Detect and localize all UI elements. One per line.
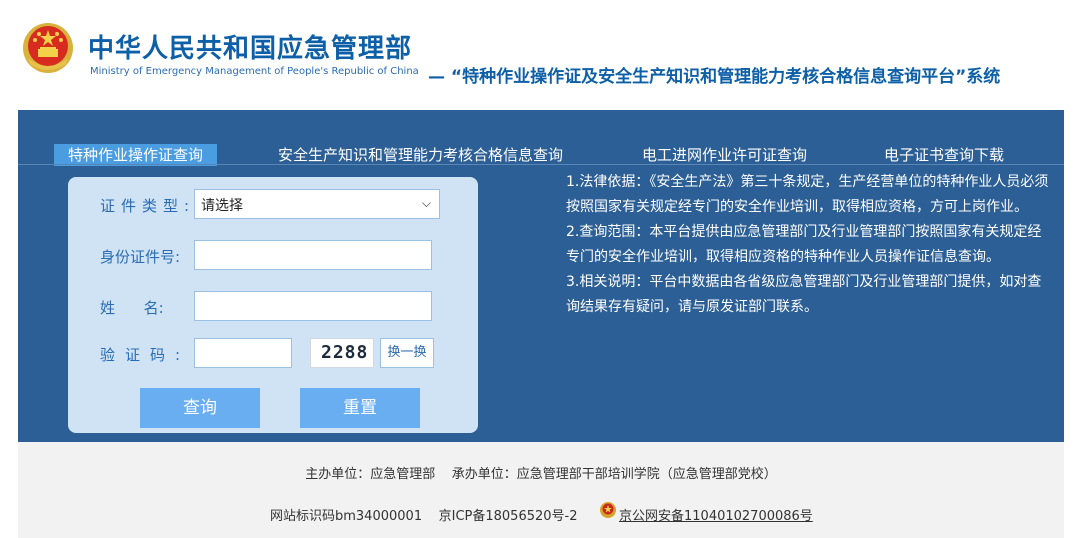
captcha-image[interactable]: 2288 (310, 338, 374, 368)
footer-organizers: 主办单位：应急管理部 承办单位：应急管理部干部培训学院（应急管理部党校） (305, 467, 777, 482)
query-form: 证件类型: 请选择 ⌵ 身份证件号: 姓 名: 验证码: 2288 换一换 查询… (68, 177, 478, 433)
info-related-notes: 3.相关说明：平台中数据由各省级应急管理部门及行业管理部门提供，如对查询结果存有… (566, 274, 1042, 315)
name-label: 姓 名: (100, 299, 164, 317)
info-notes: 1.法律依据：《安全生产法》第三十条规定，生产经营单位的特种作业人员必须按照国家… (566, 170, 1054, 320)
site-footer: 主办单位：应急管理部 承办单位：应急管理部干部培训学院（应急管理部党校） 网站标… (18, 442, 1064, 538)
id-number-input[interactable] (194, 240, 432, 270)
site-header: 中华人民共和国应急管理部 Ministry of Emergency Manag… (0, 0, 1080, 110)
captcha-row: 验证码: 2288 换一换 (68, 338, 478, 370)
cert-type-label: 证件类型: (100, 197, 196, 215)
refresh-captcha-button[interactable]: 换一换 (380, 338, 434, 368)
cert-type-row: 证件类型: 请选择 ⌵ (68, 189, 478, 221)
tab-electrician-permit[interactable]: 电工进网作业许可证查询 (628, 144, 821, 166)
captcha-input[interactable] (194, 338, 292, 368)
id-number-row: 身份证件号: (68, 240, 478, 272)
platform-title: — “特种作业操作证及安全生产知识和管理能力考核合格信息查询平台”系统 (428, 67, 1001, 87)
cert-type-select[interactable]: 请选择 ⌵ (194, 189, 440, 219)
chevron-down-icon: ⌵ (421, 196, 431, 210)
tab-e-certificate-download[interactable]: 电子证书查询下载 (870, 144, 1018, 166)
tab-special-operation-cert[interactable]: 特种作业操作证查询 (54, 144, 218, 166)
tab-safety-knowledge-qualification[interactable]: 安全生产知识和管理能力考核合格信息查询 (264, 144, 577, 166)
info-legal-basis: 1.法律依据：《安全生产法》第三十条规定，生产经营单位的特种作业人员必须按照国家… (566, 174, 1049, 215)
name-row: 姓 名: (68, 291, 478, 323)
query-panel: 特种作业操作证查询 安全生产知识和管理能力考核合格信息查询 电工进网作业许可证查… (18, 110, 1064, 442)
footer-site-code: 网站标识码bm34000001 京ICP备18056520号-2 (270, 509, 578, 524)
ministry-name-cn: 中华人民共和国应急管理部 (88, 34, 413, 64)
captcha-label: 验证码: (100, 346, 191, 364)
police-badge-icon (599, 501, 617, 519)
reset-button[interactable]: 重置 (300, 388, 420, 428)
query-button[interactable]: 查询 (140, 388, 260, 428)
tab-divider (18, 164, 1064, 165)
id-number-label: 身份证件号: (100, 248, 181, 266)
national-emblem-icon (22, 22, 74, 74)
info-query-scope: 2.查询范围：本平台提供由应急管理部门及行业管理部门按照国家有关规定经专门的安全… (566, 224, 1042, 265)
tab-bar: 特种作业操作证查询 安全生产知识和管理能力考核合格信息查询 电工进网作业许可证查… (18, 140, 1064, 172)
ministry-name-en: Ministry of Emergency Management of Peop… (90, 66, 419, 77)
name-input[interactable] (194, 291, 432, 321)
police-record-link[interactable]: 京公网安备11040102700086号 (619, 505, 813, 524)
captcha-image-text: 2288 (321, 342, 369, 363)
cert-type-selected: 请选择 (201, 198, 243, 214)
